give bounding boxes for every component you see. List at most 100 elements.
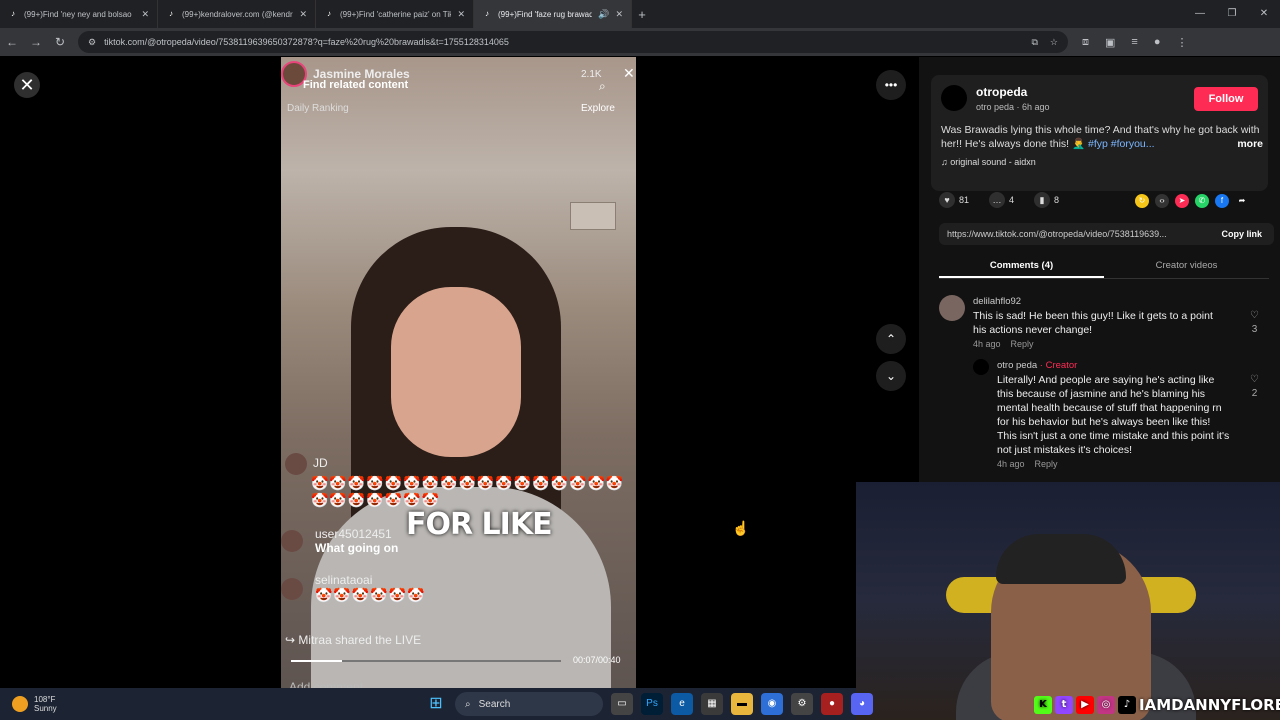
profile-icon[interactable]: ● bbox=[1154, 36, 1161, 49]
tab-title: (99+)Find 'ney ney and bolsao bbox=[24, 9, 132, 19]
chrome-icon[interactable]: ◉ bbox=[761, 693, 783, 715]
file-explorer-icon[interactable]: ▬ bbox=[731, 693, 753, 715]
app-icon[interactable]: ● bbox=[821, 693, 843, 715]
previous-video-button[interactable]: ⌃ bbox=[876, 324, 906, 354]
search-icon: ⌕ bbox=[465, 698, 471, 710]
whatsapp-icon[interactable]: ✆ bbox=[1195, 194, 1209, 208]
close-tab-icon[interactable]: ✕ bbox=[141, 9, 149, 20]
more-link[interactable]: more bbox=[1237, 137, 1263, 151]
commenter-avatar[interactable] bbox=[939, 295, 965, 321]
site-info-icon[interactable]: ⚙ bbox=[88, 37, 96, 48]
browser-tab[interactable]: ♪ (99+)Find 'catherine paiz' on Tik ✕ bbox=[316, 0, 474, 28]
more-options-button[interactable]: ••• bbox=[876, 70, 906, 100]
comment-time: 4h ago bbox=[973, 339, 1001, 349]
app-icon[interactable]: ⚙ bbox=[791, 693, 813, 715]
discord-icon[interactable]: ◕ bbox=[851, 693, 873, 715]
tab-creator-videos[interactable]: Creator videos bbox=[1104, 257, 1269, 278]
commenter-avatar[interactable] bbox=[973, 359, 989, 375]
send-icon[interactable]: ➤ bbox=[1175, 194, 1189, 208]
extensions-icon[interactable]: ⧈ bbox=[1082, 36, 1089, 49]
follow-button[interactable]: Follow bbox=[1194, 87, 1258, 111]
minimize-icon[interactable]: — bbox=[1184, 0, 1216, 28]
creator-badge: · Creator bbox=[1039, 360, 1078, 371]
chat-text: What going on bbox=[315, 541, 399, 555]
find-related-content[interactable]: Find related content bbox=[303, 79, 408, 91]
tiktok-icon: ♪ bbox=[169, 9, 173, 18]
author-username[interactable]: otropeda bbox=[976, 85, 1027, 99]
add-comment-input[interactable]: Add comment... bbox=[289, 680, 373, 688]
tab-comments[interactable]: Comments (4) bbox=[939, 257, 1104, 278]
photoshop-icon[interactable]: Ps bbox=[641, 693, 663, 715]
forward-icon[interactable]: → bbox=[24, 35, 48, 49]
close-tab-icon[interactable]: ✕ bbox=[299, 9, 307, 20]
media-icon[interactable]: ≡ bbox=[1131, 36, 1137, 49]
mouse-cursor: ☝ bbox=[732, 520, 750, 536]
install-icon[interactable]: ⧉ bbox=[1031, 37, 1037, 48]
viewer-count: 2.1K bbox=[581, 69, 602, 80]
browser-tab[interactable]: ♪ (99+)Find 'ney ney and bolsao ✕ bbox=[0, 0, 158, 28]
repost-icon[interactable]: ↻ bbox=[1135, 194, 1149, 208]
commenter-name[interactable]: delilahflo92 bbox=[973, 295, 1229, 309]
sound-link[interactable]: ♫ original sound - aidxn bbox=[941, 157, 1036, 167]
comment-stat[interactable]: … 4 bbox=[989, 192, 1014, 208]
reload-icon[interactable]: ↻ bbox=[48, 35, 72, 49]
close-tab-icon[interactable]: ✕ bbox=[457, 9, 465, 20]
windows-start-icon[interactable]: ⊞ bbox=[425, 693, 447, 715]
tiktok-icon: ♪ bbox=[1118, 696, 1136, 714]
facebook-icon[interactable]: f bbox=[1215, 194, 1229, 208]
task-view-icon[interactable]: ▭ bbox=[611, 693, 633, 715]
instagram-icon: ◎ bbox=[1097, 696, 1115, 714]
taskbar-search[interactable]: ⌕ Search bbox=[455, 692, 603, 716]
explore-link[interactable]: Explore bbox=[581, 103, 615, 114]
copy-link-button[interactable]: Copy link bbox=[1221, 229, 1274, 239]
reply-button[interactable]: Reply bbox=[1035, 459, 1058, 469]
comment-like[interactable]: ♡ 3 bbox=[1250, 309, 1259, 337]
chat-avatar bbox=[281, 530, 303, 552]
maximize-icon[interactable]: ❐ bbox=[1216, 0, 1248, 28]
embed-icon[interactable]: ‹› bbox=[1155, 194, 1169, 208]
next-video-button[interactable]: ⌄ bbox=[876, 361, 906, 391]
store-icon[interactable]: ▦ bbox=[701, 693, 723, 715]
wall-vent bbox=[570, 202, 616, 230]
url-text: tiktok.com/@otropeda/video/7538119639650… bbox=[104, 37, 509, 47]
reply-button[interactable]: Reply bbox=[1011, 339, 1034, 349]
close-icon[interactable]: ✕ bbox=[623, 65, 635, 82]
sidebar-icon[interactable]: ▣ bbox=[1105, 36, 1115, 49]
chat-avatar bbox=[285, 453, 307, 475]
comment-like[interactable]: ♡ 2 bbox=[1250, 373, 1259, 401]
save-count: 8 bbox=[1054, 195, 1060, 205]
menu-icon[interactable]: ⋮ bbox=[1176, 36, 1187, 49]
like-stat[interactable]: ♥ 81 bbox=[939, 192, 969, 208]
close-video-button[interactable]: ✕ bbox=[14, 72, 40, 98]
streamer-handle: K t ▶ ◎ ♪ IAMDANNYFLORES bbox=[1034, 696, 1280, 714]
hashtags[interactable]: #fyp #foryou... bbox=[1088, 138, 1155, 150]
video-player[interactable]: Jasmine Morales Find related content ⌕ 2… bbox=[281, 57, 636, 688]
browser-tab-active[interactable]: ♪ (99+)Find 'faze rug brawad 🔊 ✕ bbox=[474, 0, 632, 28]
search-icon[interactable]: ⌕ bbox=[599, 79, 606, 94]
close-tab-icon[interactable]: ✕ bbox=[615, 9, 623, 20]
browser-tab[interactable]: ♪ (99+)kendralover.com (@kendr ✕ bbox=[158, 0, 316, 28]
url-bar[interactable]: ⚙ tiktok.com/@otropeda/video/75381196396… bbox=[78, 31, 1068, 53]
edge-icon[interactable]: e bbox=[671, 693, 693, 715]
commenter-name[interactable]: otro peda bbox=[997, 360, 1037, 371]
chat-message: selinataoai 🤡🤡🤡🤡🤡🤡 bbox=[281, 573, 636, 604]
new-tab-button[interactable]: + bbox=[632, 7, 652, 22]
window-controls: — ❐ ✕ bbox=[1184, 0, 1280, 28]
windows-taskbar: 108°F Sunny ⊞ ⌕ Search ▭ Ps e ▦ ▬ ◉ ⚙ ● ◕ bbox=[0, 688, 873, 720]
weather-widget[interactable]: 108°F Sunny bbox=[0, 695, 57, 713]
bookmark-star-icon[interactable]: ☆ bbox=[1050, 37, 1058, 48]
close-window-icon[interactable]: ✕ bbox=[1248, 0, 1280, 28]
extensions-area: ⧈ ▣ ≡ ● ⋮ bbox=[1082, 36, 1187, 49]
video-time: 00:07/00:40 bbox=[573, 655, 621, 665]
author-subline: otro peda · 6h ago bbox=[976, 102, 1050, 112]
back-icon[interactable]: ← bbox=[0, 35, 24, 49]
author-avatar[interactable] bbox=[941, 85, 967, 111]
webcam-overlay bbox=[856, 482, 1280, 720]
save-stat[interactable]: ▮ 8 bbox=[1034, 192, 1059, 208]
shared-text: Mitraa shared the LIVE bbox=[298, 633, 422, 647]
video-progress-bar[interactable] bbox=[291, 660, 561, 662]
comment-like-count: 2 bbox=[1251, 388, 1258, 399]
speaker-icon[interactable]: 🔊 bbox=[598, 9, 609, 20]
daily-ranking[interactable]: Daily Ranking bbox=[287, 103, 349, 114]
share-arrow-icon[interactable]: ➦ bbox=[1235, 194, 1249, 208]
